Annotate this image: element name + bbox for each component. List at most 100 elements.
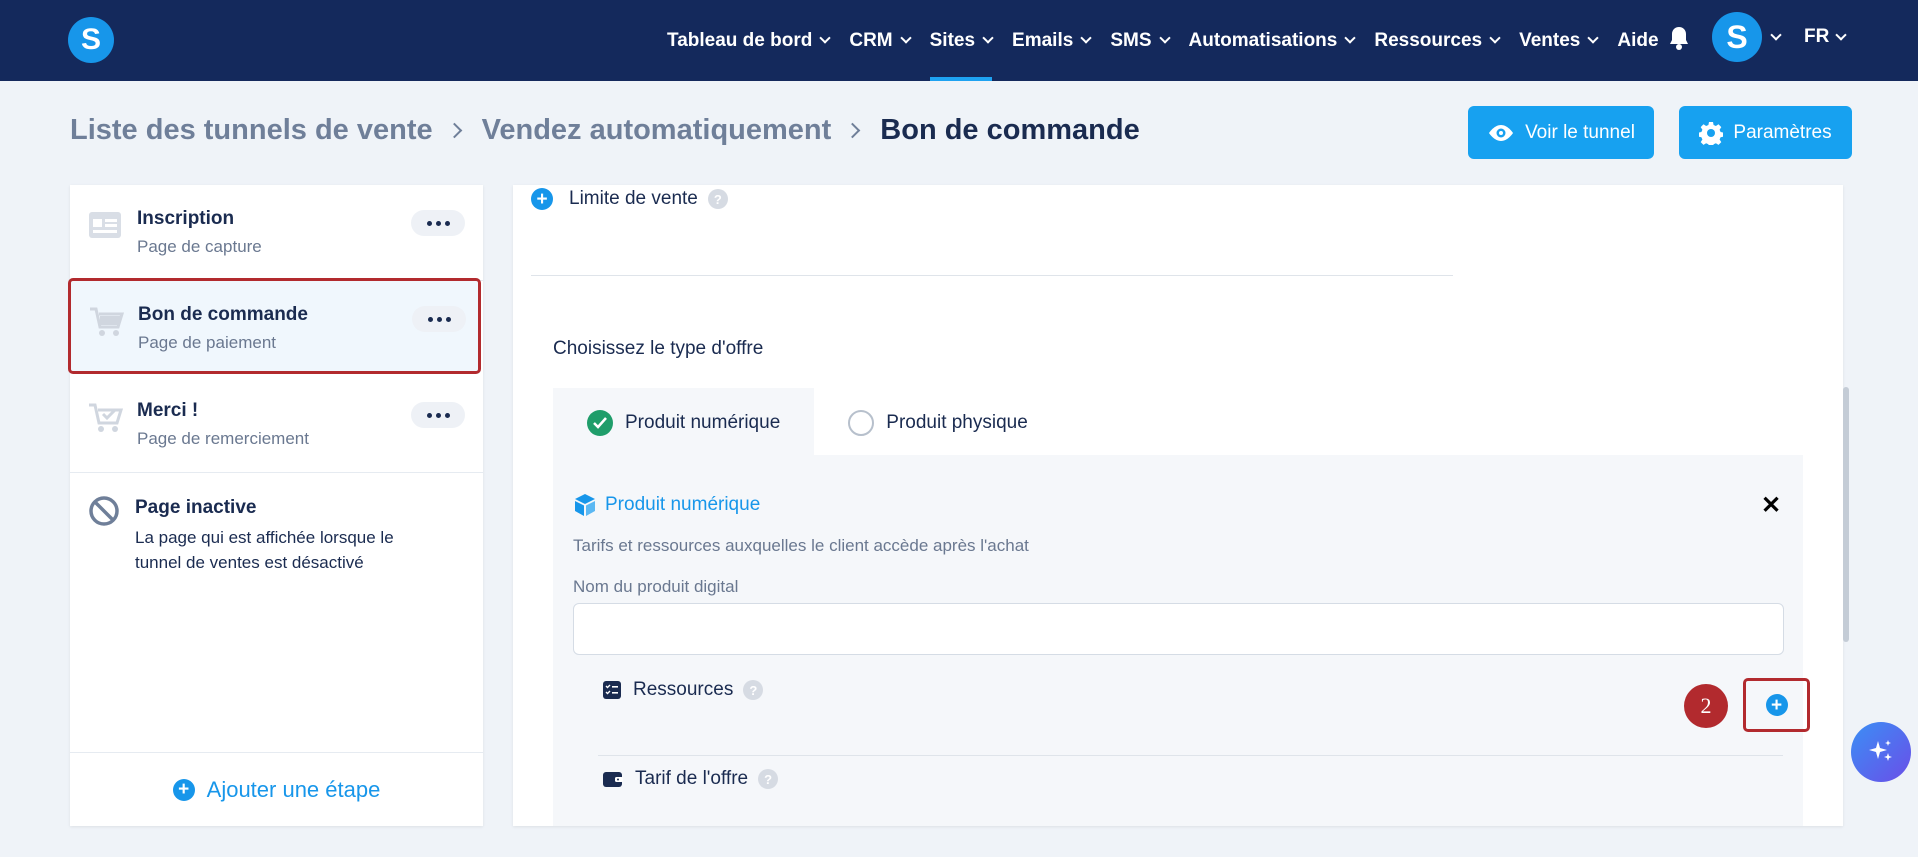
chevron-down-icon [1344,32,1357,44]
tab-label: Produit numérique [625,412,781,433]
nav-label: SMS [1110,29,1152,51]
nav-label: Emails [1012,29,1074,51]
digital-product-title-label: Produit numérique [605,494,761,515]
help-icon[interactable]: ? [743,680,764,700]
chevron-right-icon [446,122,462,139]
plus-circle-icon: + [1765,694,1788,716]
nav-item-crm[interactable]: CRM [849,0,912,81]
chevron-down-icon [1587,32,1600,44]
step-bon-de-commande[interactable]: Bon de commande Page de paiement [68,278,481,374]
resources-row: Ressources ? [603,679,764,701]
radio-icon [848,410,875,436]
chevron-down-icon[interactable] [1835,29,1847,41]
add-resource-button[interactable]: + [1743,678,1810,732]
nav-item-sites[interactable]: Sites [929,0,994,81]
nav-item-ventes[interactable]: Ventes [1519,0,1600,81]
language-selector[interactable]: FR [1804,26,1829,48]
add-step-button[interactable]: + Ajouter une étape [70,752,483,826]
chevron-down-icon [899,32,912,44]
step-merci[interactable]: Merci ! Page de remerciement [70,377,483,473]
digital-product-description: Tarifs et ressources auxquelles le clien… [573,536,1029,555]
step-description: La page qui est affichée lorsque le tunn… [135,528,394,572]
help-icon[interactable]: ? [758,769,779,789]
divider [598,755,1783,756]
tab-physical-product[interactable]: Produit physique [814,388,1062,458]
package-icon [575,494,595,516]
help-icon[interactable]: ? [707,189,728,209]
settings-label: Paramètres [1733,121,1832,143]
nav-item-tableau-de-bord[interactable]: Tableau de bord [667,0,832,81]
checklist-icon [603,681,621,699]
nav-item-sms[interactable]: SMS [1110,0,1171,81]
step-number-badge: 2 [1684,684,1728,728]
step-inactive-page[interactable]: Page inactive La page qui est affichée l… [70,475,483,595]
nav-label: Ressources [1374,29,1483,51]
bell-icon[interactable] [1668,25,1690,51]
disabled-icon [89,496,119,526]
view-funnel-label: Voir le tunnel [1525,121,1635,143]
wallet-icon [603,772,623,787]
cart-check-icon [89,403,124,432]
product-name-label: Nom du produit digital [573,577,739,596]
chevron-down-icon [1080,32,1092,44]
user-avatar[interactable]: S [1712,12,1762,62]
gear-icon [1699,121,1724,145]
step-title: Merci ! [137,400,199,421]
settings-button[interactable]: Paramètres [1679,106,1852,159]
funnel-steps-panel: Inscription Page de capture Bon de comma… [68,185,483,826]
scrollbar-thumb[interactable] [1843,387,1849,642]
chevron-down-icon [1489,32,1501,44]
nav-label: Tableau de bord [667,29,813,51]
chevron-down-icon [982,32,994,44]
digital-product-box: Produit numérique ✕ Tarifs et ressources… [553,455,1810,826]
add-step-label: Ajouter une étape [206,776,381,802]
view-funnel-button[interactable]: Voir le tunnel [1468,106,1654,159]
plus-circle-icon[interactable]: + [531,188,553,210]
sale-limit-label: Limite de vente [569,188,698,209]
chevron-down-icon [819,32,832,44]
offer-type-tabs: Produit numérique Produit physique [553,388,1062,458]
breadcrumb: Liste des tunnels de vente Vendez automa… [70,114,1140,147]
nav-label: CRM [849,29,893,51]
breadcrumb-funnel[interactable]: Vendez automatiquement [482,114,832,147]
more-options-icon[interactable] [411,402,465,428]
tab-digital-product[interactable]: Produit numérique [553,388,815,458]
more-options-icon[interactable] [412,306,466,332]
step-subtitle: Page de remerciement [137,429,309,448]
digital-product-title: Produit numérique [573,493,760,517]
chevron-down-icon[interactable] [1770,29,1782,41]
nav-item-aide[interactable]: Aide [1617,0,1658,81]
step-subtitle: Page de capture [137,237,262,256]
sale-limit-row[interactable]: + Limite de vente ? [531,188,728,210]
nav-item-ressources[interactable]: Ressources [1374,0,1501,81]
nav-item-emails[interactable]: Emails [1012,0,1092,81]
top-navigation-bar: S Tableau de bord CRM Sites Emails SMS A… [0,0,1918,81]
step-settings-panel: + Limite de vente ? Choisissez le type d… [513,185,1843,826]
step-title: Inscription [137,208,235,229]
chevron-down-icon [1158,32,1171,44]
nav-label: Ventes [1519,29,1581,51]
close-icon[interactable]: ✕ [1761,491,1781,520]
step-title: Page inactive [135,497,257,518]
chevron-right-icon [845,122,861,139]
product-name-input[interactable] [573,603,1784,655]
cart-icon [90,307,125,336]
nav-item-automatisations[interactable]: Automatisations [1188,0,1357,81]
nav-label: Automatisations [1188,29,1338,51]
nav-label: Aide [1617,29,1659,51]
sparkles-icon [1869,740,1892,761]
breadcrumb-funnel-list[interactable]: Liste des tunnels de vente [70,114,433,147]
app-logo[interactable]: S [68,17,114,63]
plus-circle-icon: + [172,778,195,801]
check-circle-icon [587,410,613,436]
tab-label: Produit physique [886,412,1028,433]
step-title: Bon de commande [138,304,308,325]
eye-icon [1489,124,1514,141]
more-options-icon[interactable] [411,210,465,236]
offer-price-row: Tarif de l'offre ? [603,768,779,790]
form-page-icon [89,212,121,238]
ai-assistant-button[interactable] [1851,722,1911,782]
breadcrumb-current-page: Bon de commande [880,114,1140,146]
resources-label: Ressources [633,679,734,700]
step-inscription[interactable]: Inscription Page de capture [70,185,483,281]
